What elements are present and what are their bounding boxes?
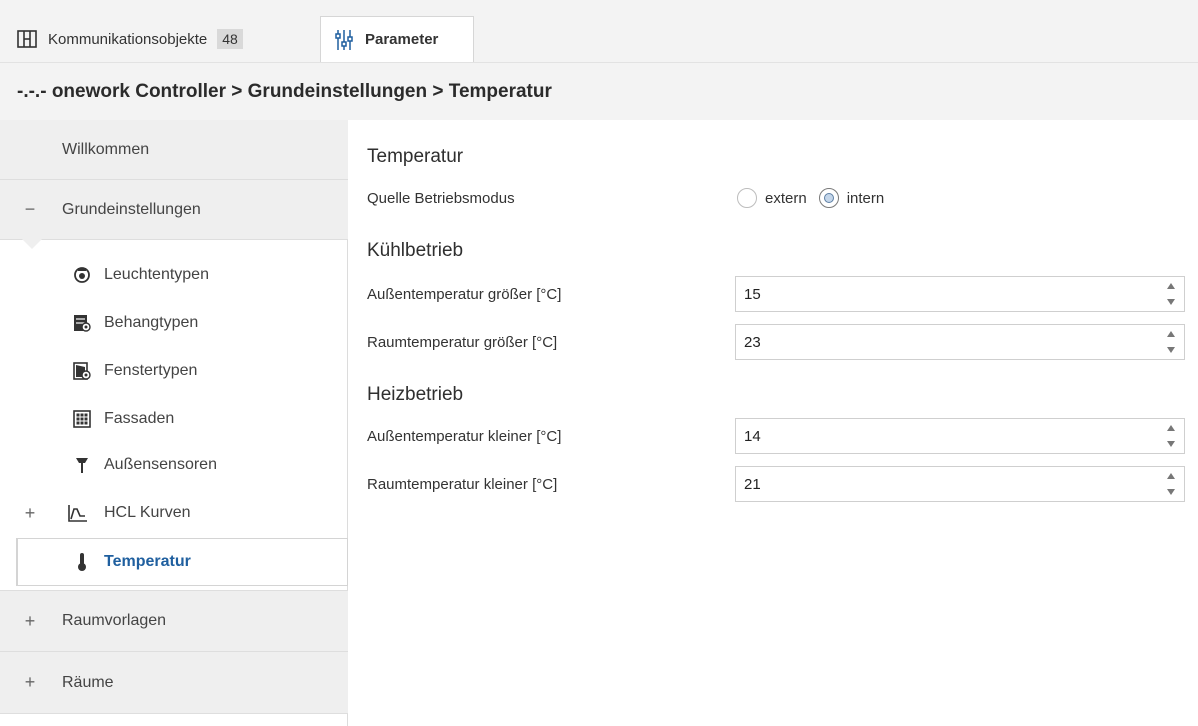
sidebar-item-room-templates[interactable]: + Raumvorlagen	[0, 590, 348, 652]
sidebar-item-outdoor-sensors[interactable]: Außensensoren	[0, 442, 348, 488]
sidebar-item-label: Fenstertypen	[104, 362, 198, 379]
tab-parameter[interactable]: Parameter	[320, 16, 474, 62]
expand-icon[interactable]: +	[22, 503, 38, 524]
sidebar-item-window-types[interactable]: Fenstertypen	[0, 348, 348, 394]
stepper-value[interactable]: 23	[744, 334, 761, 351]
sidebar-item-label: Außensensoren	[104, 456, 217, 473]
spin-up-icon[interactable]	[1167, 473, 1175, 479]
spin-up-icon[interactable]	[1167, 331, 1175, 337]
parameter-panel: Temperatur Quelle Betriebsmodus extern i…	[349, 120, 1198, 726]
spin-down-icon[interactable]	[1167, 489, 1175, 495]
sidebar-item-label: Behangtypen	[104, 314, 199, 331]
sidebar-item-label: Fassaden	[104, 410, 175, 427]
sidebar-item-temperature[interactable]: Temperatur	[16, 538, 348, 586]
sidebar-item-label: Raumvorlagen	[62, 612, 167, 629]
objects-count-badge: 48	[217, 29, 243, 49]
spin-down-icon[interactable]	[1167, 347, 1175, 353]
sidebar-item-label: Willkommen	[62, 140, 150, 158]
radio-intern-label[interactable]: intern	[847, 190, 885, 207]
sidebar-item-hcl-curves[interactable]: + HCL Kurven	[0, 490, 348, 536]
spin-buttons[interactable]	[1166, 473, 1176, 495]
heating-outdoor-stepper[interactable]: 14	[735, 418, 1185, 454]
thermometer-icon	[72, 552, 92, 572]
sidebar-item-welcome[interactable]: Willkommen	[0, 120, 348, 180]
sidebar-item-basic-settings[interactable]: − Grundeinstellungen	[0, 180, 348, 240]
tab-communication-objects[interactable]: Kommunikationsobjekte 48	[16, 16, 243, 62]
sidebar-item-facades[interactable]: Fassaden	[0, 396, 348, 442]
collapse-icon[interactable]: −	[22, 199, 38, 220]
sidebar: Willkommen − Grundeinstellungen Leuchten…	[0, 120, 348, 726]
heating-heading: Heizbetrieb	[367, 384, 464, 405]
tab-bar: Kommunikationsobjekte 48 Parameter	[0, 0, 1198, 62]
curve-chart-icon	[68, 503, 88, 523]
breadcrumb: -.-.- onework Controller > Grundeinstell…	[0, 62, 1198, 120]
cooling-room-label: Raumtemperatur größer [°C]	[367, 334, 558, 351]
stepper-value[interactable]: 14	[744, 428, 761, 445]
lamp-icon	[72, 265, 92, 285]
sidebar-item-label: Grundeinstellungen	[62, 200, 201, 218]
sidebar-item-label: HCL Kurven	[104, 504, 191, 521]
sidebar-item-rooms[interactable]: + Räume	[0, 652, 348, 714]
expand-icon[interactable]: +	[22, 672, 38, 693]
spin-up-icon[interactable]	[1167, 425, 1175, 431]
facade-grid-icon	[72, 409, 92, 429]
cooling-room-stepper[interactable]: 23	[735, 324, 1185, 360]
tab-objects-label: Kommunikationsobjekte	[48, 30, 208, 48]
page-title: Temperatur	[367, 146, 464, 167]
spin-down-icon[interactable]	[1167, 441, 1175, 447]
heating-outdoor-label: Außentemperatur kleiner [°C]	[367, 428, 562, 445]
cooling-outdoor-label: Außentemperatur größer [°C]	[367, 286, 562, 303]
spin-buttons[interactable]	[1166, 283, 1176, 305]
spin-up-icon[interactable]	[1167, 283, 1175, 289]
sidebar-item-lamp-types[interactable]: Leuchtentypen	[0, 252, 348, 298]
sidebar-item-blind-types[interactable]: Behangtypen	[0, 300, 348, 346]
spin-buttons[interactable]	[1166, 331, 1176, 353]
sidebar-item-label: Leuchtentypen	[104, 266, 209, 283]
cooling-heading: Kühlbetrieb	[367, 240, 464, 261]
cooling-outdoor-stepper[interactable]: 15	[735, 276, 1185, 312]
mode-source-label: Quelle Betriebsmodus	[367, 190, 515, 207]
heating-room-label: Raumtemperatur kleiner [°C]	[367, 476, 558, 493]
radio-extern[interactable]	[737, 188, 757, 208]
window-icon	[72, 361, 92, 381]
outdoor-sensor-icon	[72, 455, 92, 475]
mode-source-radio-group: extern intern	[737, 188, 896, 208]
blinds-icon	[72, 313, 92, 333]
stepper-value[interactable]: 15	[744, 286, 761, 303]
radio-extern-label[interactable]: extern	[765, 190, 807, 207]
radio-intern[interactable]	[818, 188, 839, 208]
spin-buttons[interactable]	[1166, 425, 1176, 447]
heating-room-stepper[interactable]: 21	[735, 466, 1185, 502]
sidebar-item-label: Räume	[62, 673, 114, 691]
spin-down-icon[interactable]	[1167, 299, 1175, 305]
stepper-value[interactable]: 21	[744, 476, 761, 493]
sidebar-item-label: Temperatur	[104, 553, 191, 570]
sliders-icon	[333, 29, 355, 51]
objects-grid-icon	[16, 28, 38, 50]
section-pointer	[22, 239, 42, 249]
expand-icon[interactable]: +	[22, 611, 38, 632]
tab-parameter-label: Parameter	[365, 31, 439, 48]
